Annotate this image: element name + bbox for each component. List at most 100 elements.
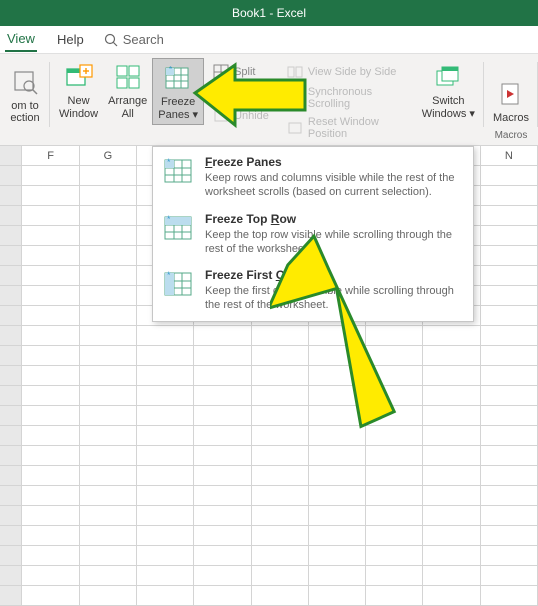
cell[interactable]	[309, 426, 366, 446]
cell[interactable]	[80, 586, 137, 606]
cell[interactable]	[366, 586, 423, 606]
macros-button[interactable]: Macros	[488, 75, 534, 128]
new-window-button[interactable]: New Window	[54, 58, 103, 123]
cell[interactable]	[22, 386, 79, 406]
cell[interactable]	[194, 466, 251, 486]
cell[interactable]	[309, 486, 366, 506]
cell[interactable]	[80, 266, 137, 286]
cell[interactable]	[137, 446, 194, 466]
cell[interactable]	[423, 586, 480, 606]
row-header[interactable]	[0, 506, 22, 526]
cell[interactable]	[22, 466, 79, 486]
zoom-to-selection-button[interactable]: om to ection	[4, 63, 46, 128]
cell[interactable]	[481, 246, 538, 266]
cell[interactable]	[366, 466, 423, 486]
cell[interactable]	[80, 386, 137, 406]
sync-scrolling-button[interactable]: Synchronous Scrolling	[284, 84, 411, 112]
tab-help[interactable]: Help	[55, 28, 86, 51]
cell[interactable]	[22, 486, 79, 506]
cell[interactable]	[80, 206, 137, 226]
cell[interactable]	[252, 366, 309, 386]
cell[interactable]	[137, 466, 194, 486]
cell[interactable]	[194, 386, 251, 406]
cell[interactable]	[80, 286, 137, 306]
cell[interactable]	[22, 526, 79, 546]
search-box[interactable]: Search	[104, 32, 164, 47]
cell[interactable]	[137, 566, 194, 586]
cell[interactable]	[366, 406, 423, 426]
cell[interactable]	[423, 526, 480, 546]
cell[interactable]	[80, 346, 137, 366]
cell[interactable]	[22, 566, 79, 586]
cell[interactable]	[194, 566, 251, 586]
cell[interactable]	[137, 426, 194, 446]
cell[interactable]	[252, 386, 309, 406]
cell[interactable]	[137, 346, 194, 366]
row-header[interactable]	[0, 346, 22, 366]
cell[interactable]	[309, 546, 366, 566]
cell[interactable]	[423, 326, 480, 346]
cell[interactable]	[80, 406, 137, 426]
col-header[interactable]: N	[481, 146, 538, 166]
cell[interactable]	[22, 586, 79, 606]
cell[interactable]	[22, 426, 79, 446]
cell[interactable]	[22, 446, 79, 466]
cell[interactable]	[252, 546, 309, 566]
cell[interactable]	[22, 206, 79, 226]
row-header[interactable]	[0, 186, 22, 206]
cell[interactable]	[80, 326, 137, 346]
cell[interactable]	[481, 186, 538, 206]
reset-window-pos-button[interactable]: Reset Window Position	[284, 114, 411, 142]
cell[interactable]	[423, 406, 480, 426]
arrange-all-button[interactable]: Arrange All	[103, 58, 152, 123]
cell[interactable]	[481, 346, 538, 366]
cell[interactable]	[423, 366, 480, 386]
row-header[interactable]	[0, 546, 22, 566]
cell[interactable]	[80, 546, 137, 566]
cell[interactable]	[423, 446, 480, 466]
row-header[interactable]	[0, 486, 22, 506]
cell[interactable]	[22, 286, 79, 306]
cell[interactable]	[80, 226, 137, 246]
row-header[interactable]	[0, 386, 22, 406]
freeze-panes-button[interactable]: * Freeze Panes ▾	[152, 58, 204, 125]
cell[interactable]	[366, 446, 423, 466]
cell[interactable]	[22, 406, 79, 426]
cell[interactable]	[22, 346, 79, 366]
split-button[interactable]: Split	[210, 62, 272, 82]
row-header[interactable]	[0, 226, 22, 246]
select-all-corner[interactable]	[0, 146, 22, 166]
cell[interactable]	[137, 546, 194, 566]
cell[interactable]	[137, 506, 194, 526]
cell[interactable]	[481, 266, 538, 286]
cell[interactable]	[22, 326, 79, 346]
cell[interactable]	[194, 526, 251, 546]
tab-view[interactable]: View	[5, 27, 37, 52]
cell[interactable]	[481, 506, 538, 526]
row-header[interactable]	[0, 286, 22, 306]
col-header[interactable]: G	[80, 146, 137, 166]
cell[interactable]	[481, 426, 538, 446]
cell[interactable]	[309, 326, 366, 346]
cell[interactable]	[80, 466, 137, 486]
cell[interactable]	[366, 566, 423, 586]
cell[interactable]	[366, 426, 423, 446]
cell[interactable]	[80, 306, 137, 326]
cell[interactable]	[22, 226, 79, 246]
cell[interactable]	[309, 566, 366, 586]
cell[interactable]	[80, 366, 137, 386]
cell[interactable]	[252, 506, 309, 526]
cell[interactable]	[309, 446, 366, 466]
cell[interactable]	[481, 366, 538, 386]
row-header[interactable]	[0, 446, 22, 466]
cell[interactable]	[423, 486, 480, 506]
cell[interactable]	[252, 326, 309, 346]
cell[interactable]	[194, 406, 251, 426]
row-header[interactable]	[0, 206, 22, 226]
cell[interactable]	[22, 506, 79, 526]
cell[interactable]	[366, 486, 423, 506]
cell[interactable]	[80, 506, 137, 526]
row-header[interactable]	[0, 326, 22, 346]
row-header[interactable]	[0, 406, 22, 426]
cell[interactable]	[252, 446, 309, 466]
